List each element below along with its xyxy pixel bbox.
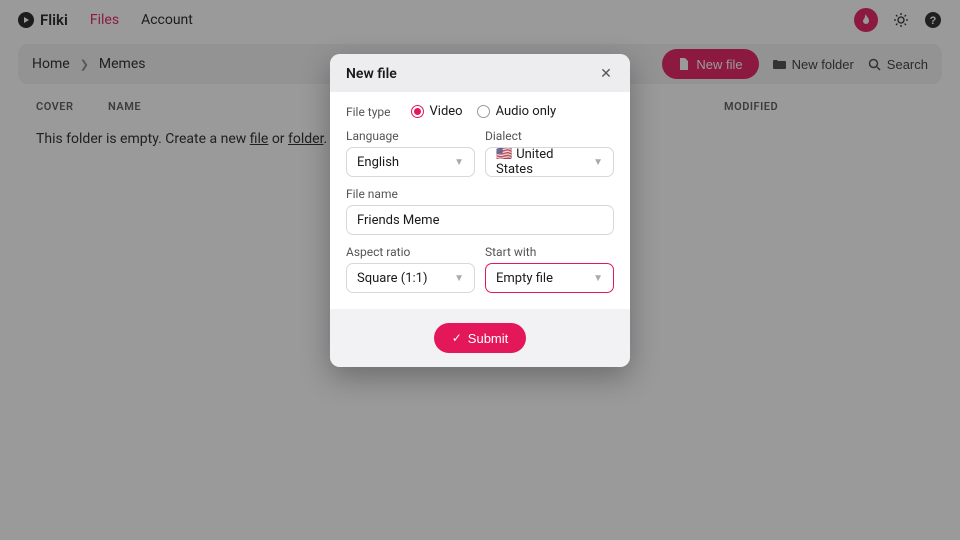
chevron-down-icon: ▼: [454, 273, 464, 284]
modal-title: New file: [346, 66, 397, 82]
startwith-value: Empty file: [496, 271, 553, 286]
submit-label: Submit: [468, 331, 508, 346]
modal-header: New file ✕: [330, 54, 630, 92]
check-icon: ✓: [452, 331, 462, 345]
radio-icon: [411, 105, 424, 118]
aspect-value: Square (1:1): [357, 271, 427, 286]
modal-overlay[interactable]: New file ✕ File type Video Audio only La…: [0, 0, 960, 540]
filename-field: File name Friends Meme: [346, 187, 614, 235]
startwith-label: Start with: [485, 245, 614, 259]
file-type-row: File type Video Audio only: [346, 104, 614, 119]
radio-video-label: Video: [430, 104, 463, 119]
chevron-down-icon: ▼: [454, 157, 464, 168]
filename-input[interactable]: Friends Meme: [346, 205, 614, 235]
startwith-select[interactable]: Empty file ▼: [485, 263, 614, 293]
modal-body: File type Video Audio only Language Engl…: [330, 92, 630, 309]
radio-audio[interactable]: Audio only: [477, 104, 557, 119]
language-label: Language: [346, 129, 475, 143]
language-field: Language English ▼: [346, 129, 475, 177]
submit-button[interactable]: ✓ Submit: [434, 323, 527, 353]
flag-icon: 🇺🇸: [496, 147, 512, 162]
file-type-label: File type: [346, 105, 391, 119]
chevron-down-icon: ▼: [593, 157, 603, 168]
startwith-field: Start with Empty file ▼: [485, 245, 614, 293]
aspect-field: Aspect ratio Square (1:1) ▼: [346, 245, 475, 293]
aspect-label: Aspect ratio: [346, 245, 475, 259]
radio-icon: [477, 105, 490, 118]
chevron-down-icon: ▼: [593, 273, 603, 284]
filename-value: Friends Meme: [357, 213, 439, 228]
close-icon[interactable]: ✕: [598, 66, 614, 82]
dialect-select[interactable]: 🇺🇸United States ▼: [485, 147, 614, 177]
filename-label: File name: [346, 187, 614, 201]
aspect-select[interactable]: Square (1:1) ▼: [346, 263, 475, 293]
language-select[interactable]: English ▼: [346, 147, 475, 177]
language-value: English: [357, 155, 399, 170]
radio-video[interactable]: Video: [411, 104, 463, 119]
dialect-label: Dialect: [485, 129, 614, 143]
radio-audio-label: Audio only: [496, 104, 557, 119]
modal-footer: ✓ Submit: [330, 309, 630, 367]
dialect-field: Dialect 🇺🇸United States ▼: [485, 129, 614, 177]
new-file-modal: New file ✕ File type Video Audio only La…: [330, 54, 630, 367]
